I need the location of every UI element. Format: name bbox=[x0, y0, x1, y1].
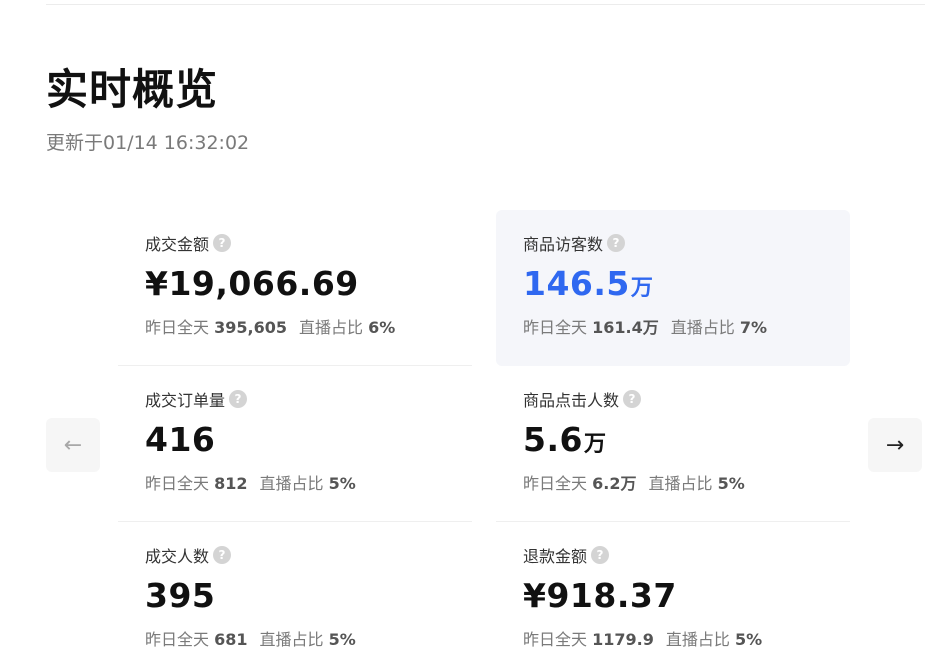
metric-value: ¥19,066.69 bbox=[145, 264, 359, 303]
metric-comparison: 昨日全天 1179.9 直播占比 5% bbox=[523, 630, 763, 649]
metric-label: 商品点击人数 bbox=[523, 391, 620, 410]
metric-card-orders[interactable]: 成交订单量 ? 416 昨日全天 812 直播占比 5% bbox=[118, 366, 472, 522]
metric-label-row: 成交金额 ? bbox=[145, 232, 472, 254]
page-title: 实时概览 bbox=[46, 65, 219, 114]
metric-label-row: 退款金额 ? bbox=[523, 544, 850, 566]
carousel-next-button[interactable]: → bbox=[868, 418, 922, 472]
metric-value: 146.5万 bbox=[523, 264, 654, 303]
metric-value: ¥918.37 bbox=[523, 576, 677, 615]
metric-label: 成交金额 bbox=[145, 235, 210, 254]
metric-card-gmv[interactable]: 成交金额 ? ¥19,066.69 昨日全天 395,605 直播占比 6% bbox=[118, 210, 472, 366]
metric-card-refund-amount[interactable]: 退款金额 ? ¥918.37 昨日全天 1179.9 直播占比 5% bbox=[496, 522, 850, 655]
help-icon[interactable]: ? bbox=[623, 390, 642, 408]
metric-label: 成交人数 bbox=[145, 547, 210, 566]
metric-comparison: 昨日全天 161.4万 直播占比 7% bbox=[523, 318, 768, 337]
metric-label-row: 成交人数 ? bbox=[145, 544, 472, 566]
metric-card-product-clicks[interactable]: 商品点击人数 ? 5.6万 昨日全天 6.2万 直播占比 5% bbox=[496, 366, 850, 522]
metric-comparison: 昨日全天 812 直播占比 5% bbox=[145, 474, 356, 493]
carousel-prev-button[interactable]: ← bbox=[46, 418, 100, 472]
metric-label: 成交订单量 bbox=[145, 391, 226, 410]
metric-comparison: 昨日全天 6.2万 直播占比 5% bbox=[523, 474, 745, 493]
metric-label: 退款金额 bbox=[523, 547, 588, 566]
realtime-overview-page: 实时概览 更新于01/14 16:32:02 ← → 成交金额 ? ¥19,06… bbox=[0, 0, 925, 655]
help-icon[interactable]: ? bbox=[229, 390, 248, 408]
help-icon[interactable]: ? bbox=[591, 546, 610, 564]
arrow-left-icon: ← bbox=[63, 432, 83, 458]
help-icon[interactable]: ? bbox=[213, 234, 232, 252]
metric-label-row: 商品点击人数 ? bbox=[523, 388, 850, 410]
metric-label-row: 商品访客数 ? bbox=[523, 232, 850, 254]
metric-value: 416 bbox=[145, 420, 216, 459]
help-icon[interactable]: ? bbox=[213, 546, 232, 564]
metric-comparison: 昨日全天 395,605 直播占比 6% bbox=[145, 318, 396, 337]
help-icon[interactable]: ? bbox=[607, 234, 626, 252]
metric-label: 商品访客数 bbox=[523, 235, 604, 254]
arrow-right-icon: → bbox=[885, 432, 905, 458]
metric-label-row: 成交订单量 ? bbox=[145, 388, 472, 410]
metric-value: 5.6万 bbox=[523, 420, 607, 459]
metric-card-buyers[interactable]: 成交人数 ? 395 昨日全天 681 直播占比 5% bbox=[118, 522, 472, 655]
top-divider bbox=[46, 4, 925, 5]
metric-comparison: 昨日全天 681 直播占比 5% bbox=[145, 630, 356, 649]
metric-card-product-visitors[interactable]: 商品访客数 ? 146.5万 昨日全天 161.4万 直播占比 7% bbox=[496, 210, 850, 366]
update-timestamp: 更新于01/14 16:32:02 bbox=[46, 132, 250, 154]
metric-value: 395 bbox=[145, 576, 216, 615]
